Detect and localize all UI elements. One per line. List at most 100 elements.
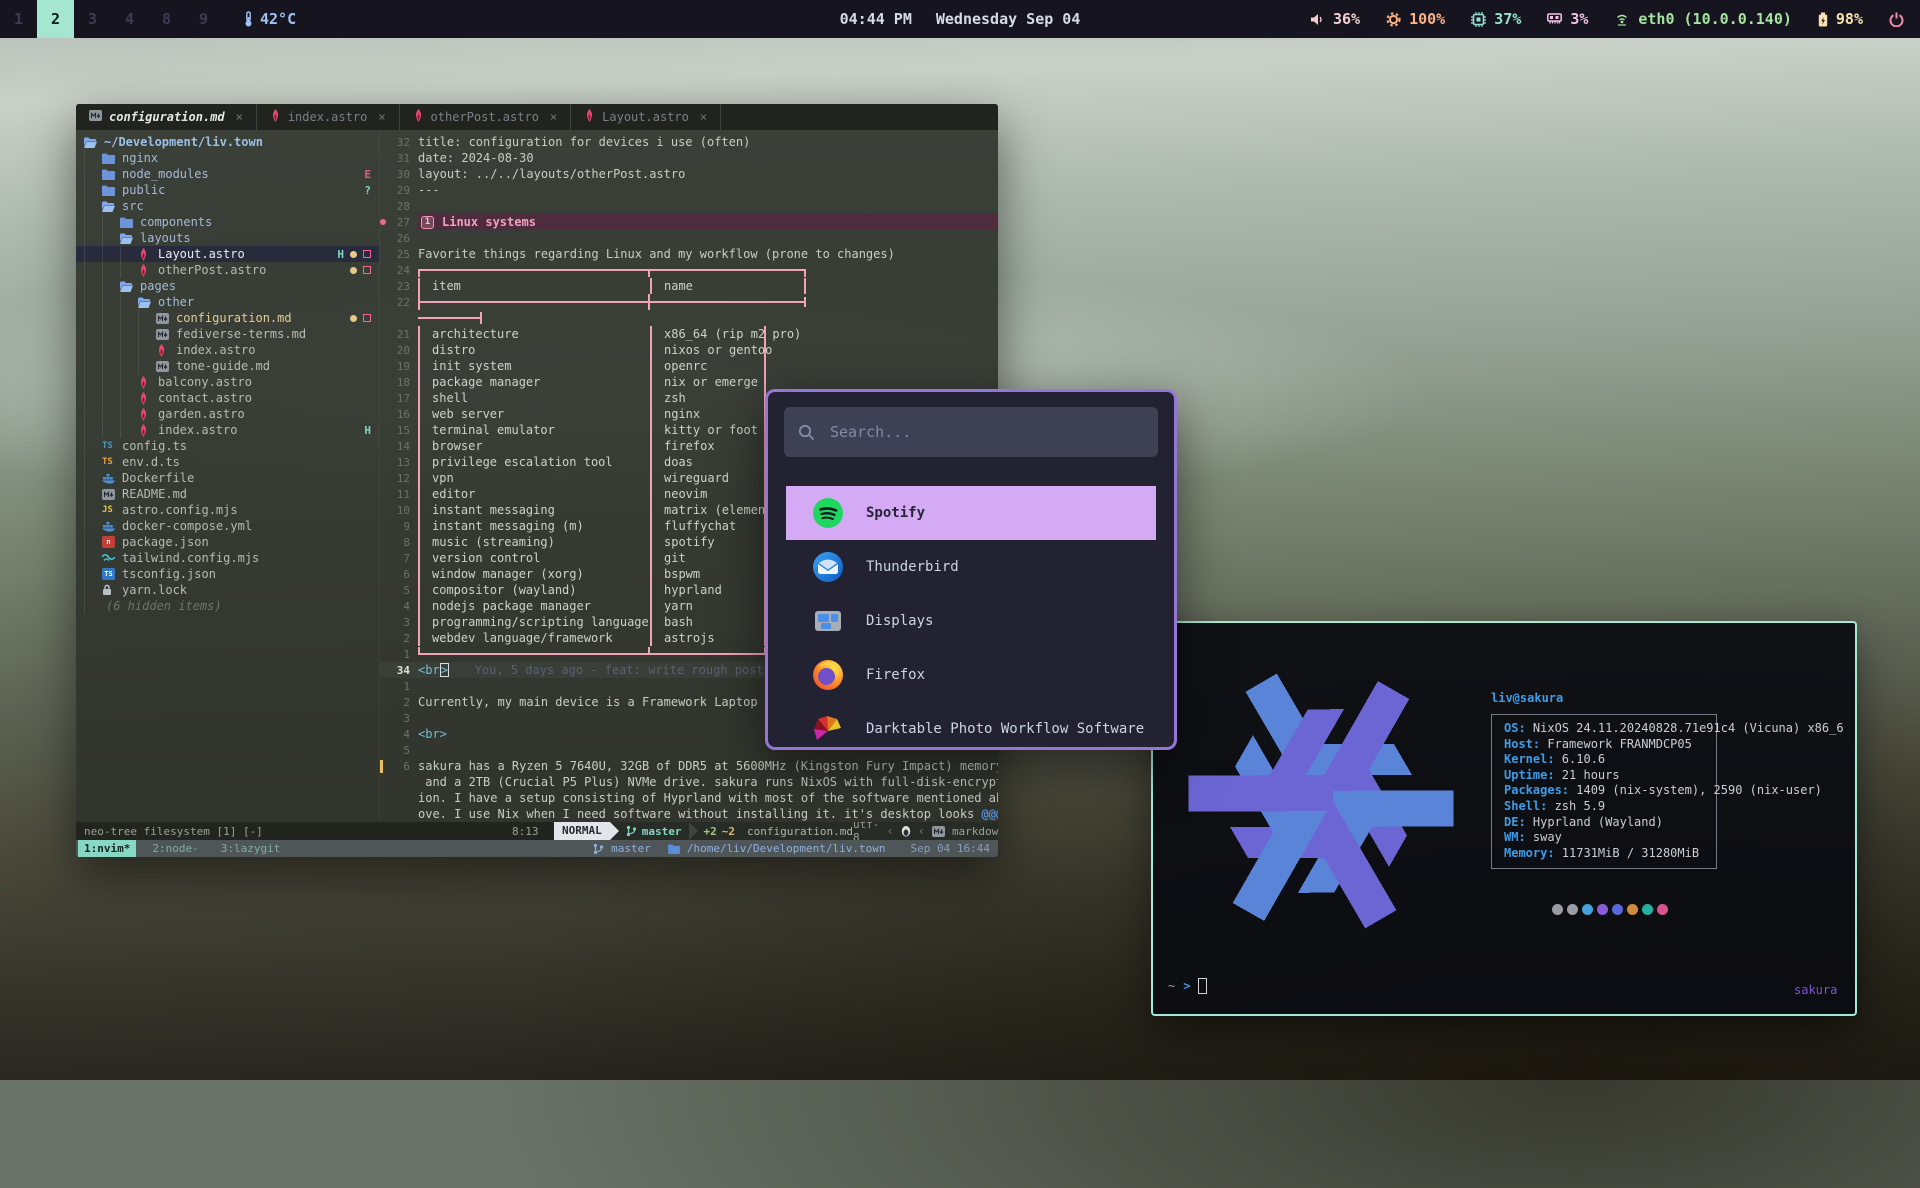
tree-item-label: tailwind.config.mjs: [122, 551, 259, 565]
tree-item-layouts[interactable]: layouts: [76, 230, 379, 246]
close-tab-icon[interactable]: ×: [378, 110, 385, 124]
tree-item-README.md[interactable]: README.md: [76, 486, 379, 502]
tmux-window-1:nvim*[interactable]: 1:nvim*: [78, 840, 136, 857]
tree-item-~/Development/liv.town[interactable]: ~/Development/liv.town: [76, 134, 379, 150]
tree-item-env.d.ts[interactable]: TSenv.d.ts: [76, 454, 379, 470]
buffer-line: 24: [380, 262, 998, 278]
table-cell-name: name: [650, 278, 806, 294]
fetch-info-line: OS: NixOS 24.11.20240828.71e91c4 (Vicuna…: [1504, 721, 1716, 737]
tab-configuration.md[interactable]: configuration.md×: [76, 104, 257, 130]
fetch-info-key: Packages:: [1504, 783, 1569, 797]
search-input[interactable]: [784, 407, 1158, 457]
tree-item-label: contact.astro: [158, 391, 252, 405]
git-status-square: [363, 314, 371, 322]
brightness-module[interactable]: 100%: [1386, 10, 1445, 28]
fetch-info-key: Kernel:: [1504, 752, 1555, 766]
tree-item-Dockerfile[interactable]: Dockerfile: [76, 470, 379, 486]
table-cell-name: nix or emerge: [650, 374, 766, 390]
tree-item-tone-guide.md[interactable]: tone-guide.md: [76, 358, 379, 374]
power-module[interactable]: [1889, 12, 1904, 27]
shell-prompt[interactable]: ~ >: [1168, 978, 1207, 994]
memory-module[interactable]: 3%: [1547, 10, 1588, 28]
table-cell-item: compositor (wayland): [418, 582, 650, 598]
tree-item-index.astro[interactable]: index.astroH: [76, 422, 379, 438]
tree-item-Layout.astro[interactable]: Layout.astroH: [76, 246, 379, 262]
indent-guide: [84, 358, 102, 374]
markdown-icon: [156, 329, 172, 340]
tree-item-(6 hidden items)[interactable]: (6 hidden items): [76, 598, 379, 614]
launcher-item-Displays[interactable]: Displays: [786, 594, 1156, 648]
workspace-9[interactable]: 9: [185, 0, 222, 38]
tree-item-pages[interactable]: pages: [76, 278, 379, 294]
app-launcher[interactable]: SpotifyThunderbirdDisplays Firefox Darktab…: [765, 389, 1177, 750]
nixos-logo: [1165, 645, 1477, 957]
workspace-4[interactable]: 4: [111, 0, 148, 38]
tree-item-astro.config.mjs[interactable]: JSastro.config.mjs: [76, 502, 379, 518]
cpu-module[interactable]: 37%: [1471, 10, 1521, 28]
tree-item-node_modules[interactable]: node_modulesE: [76, 166, 379, 182]
tree-item-markers: [350, 266, 379, 274]
line-text: and a 2TB (Crucial P5 Plus) NVMe drive. …: [418, 775, 998, 789]
table-cell-item: init system: [418, 358, 650, 374]
tree-item-public[interactable]: public?: [76, 182, 379, 198]
tree-item-fediverse-terms.md[interactable]: fediverse-terms.md: [76, 326, 379, 342]
tree-item-contact.astro[interactable]: contact.astro: [76, 390, 379, 406]
workspace-1[interactable]: 1: [0, 0, 37, 38]
tree-item-components[interactable]: components: [76, 214, 379, 230]
close-tab-icon[interactable]: ×: [550, 110, 557, 124]
workspace-2[interactable]: 2: [37, 0, 74, 38]
buffer-line: 32title: configuration for devices i use…: [380, 134, 998, 150]
tree-item-tailwind.config.mjs[interactable]: tailwind.config.mjs: [76, 550, 379, 566]
indent-guide: [138, 310, 156, 326]
launcher-item-Thunderbird[interactable]: Thunderbird: [786, 540, 1156, 594]
git-status-square: [363, 266, 371, 274]
tree-item-index.astro[interactable]: index.astro: [76, 342, 379, 358]
tmux-window-3:lazygit[interactable]: 3:lazygit: [215, 840, 287, 857]
indent-guide: [84, 182, 102, 198]
launcher-item-Firefox[interactable]: Firefox: [786, 648, 1156, 702]
astro-icon: [138, 264, 154, 277]
cpu-value: 37%: [1494, 10, 1521, 28]
astro-icon: [138, 248, 154, 261]
battery-module[interactable]: 98%: [1818, 10, 1863, 28]
tab-Layout.astro[interactable]: Layout.astro×: [571, 104, 721, 130]
temperature-module[interactable]: 42°C: [244, 10, 296, 28]
tree-item-package.json[interactable]: npackage.json: [76, 534, 379, 550]
volume-module[interactable]: 36%: [1310, 10, 1360, 28]
tree-item-balcony.astro[interactable]: balcony.astro: [76, 374, 379, 390]
file-tree[interactable]: ~/Development/liv.townnginxnode_modulesE…: [76, 130, 380, 822]
tree-item-tsconfig.json[interactable]: TStsconfig.json: [76, 566, 379, 582]
buffer-line: 28: [380, 198, 998, 214]
buffer-line: 20distronixos or gentoo: [380, 342, 998, 358]
cpu-icon: [1471, 12, 1486, 27]
statusline: neo-tree filesystem [1] [-] 8:13 NORMAL …: [76, 822, 998, 840]
neotree-position: 8:13: [512, 825, 539, 838]
tree-item-nginx[interactable]: nginx: [76, 150, 379, 166]
workspace-3[interactable]: 3: [74, 0, 111, 38]
tree-item-docker-compose.yml[interactable]: docker-compose.yml: [76, 518, 379, 534]
tree-item-other[interactable]: other: [76, 294, 379, 310]
fetch-info-value: 1409 (nix-system), 2590 (nix-user): [1569, 783, 1822, 797]
indent-guide: [120, 406, 138, 422]
close-tab-icon[interactable]: ×: [700, 110, 707, 124]
launcher-item-Spotify[interactable]: Spotify: [786, 486, 1156, 540]
segment-separator: [610, 822, 619, 840]
tree-item-config.ts[interactable]: TSconfig.ts: [76, 438, 379, 454]
tab-index.astro[interactable]: index.astro×: [257, 104, 400, 130]
tab-otherPost.astro[interactable]: otherPost.astro×: [400, 104, 572, 130]
network-module[interactable]: eth0 (10.0.0.140): [1614, 10, 1792, 28]
line-number: 29: [386, 184, 410, 197]
fetch-terminal-window[interactable]: liv@sakura OS: NixOS 24.11.20240828.71e9…: [1151, 621, 1857, 1016]
tree-item-yarn.lock[interactable]: yarn.lock: [76, 582, 379, 598]
tmux-window-2:node-[interactable]: 2:node-: [146, 840, 204, 857]
neotree-status: neo-tree filesystem [1] [-]: [76, 825, 263, 838]
launcher-item-label: Firefox: [866, 667, 925, 683]
tree-item-src[interactable]: src: [76, 198, 379, 214]
memory-value: 3%: [1570, 10, 1588, 28]
tree-item-garden.astro[interactable]: garden.astro: [76, 406, 379, 422]
workspace-8[interactable]: 8: [148, 0, 185, 38]
launcher-item-Darktable Photo Workflow Software[interactable]: Darktable Photo Workflow Software: [786, 702, 1156, 750]
tree-item-otherPost.astro[interactable]: otherPost.astro: [76, 262, 379, 278]
close-tab-icon[interactable]: ×: [236, 110, 243, 124]
tree-item-configuration.md[interactable]: configuration.md: [76, 310, 379, 326]
